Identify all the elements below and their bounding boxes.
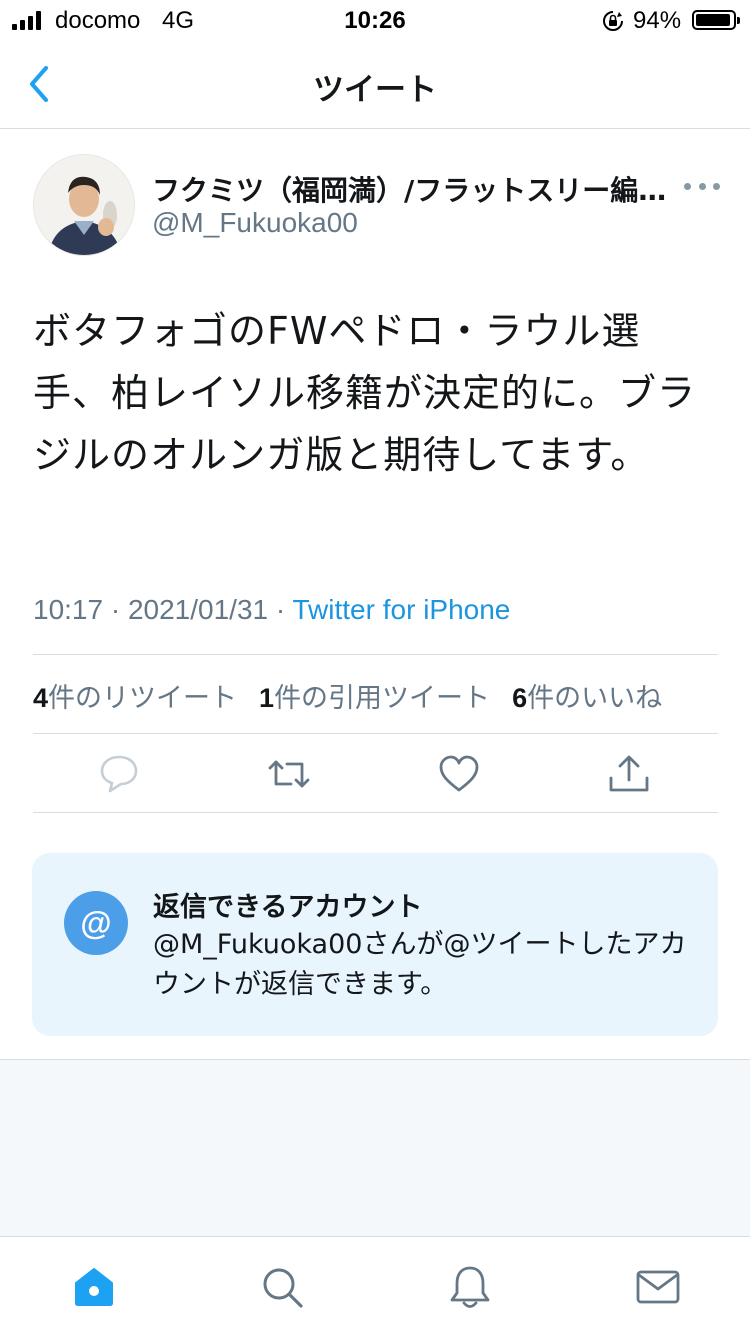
tweet-date: 2021/01/31 bbox=[127, 594, 269, 625]
meta-separator: · bbox=[103, 594, 128, 625]
reply-restriction-description: @M_Fukuoka00さんが@ツイートしたアカウントが返信できます。 bbox=[153, 929, 687, 1000]
tweet-actions bbox=[33, 734, 718, 812]
empty-replies-area bbox=[0, 1059, 750, 1237]
retweet-count-label: 件のリツイート bbox=[48, 683, 238, 714]
at-sign-icon: @ bbox=[64, 891, 128, 955]
navigation-bar: ツイート bbox=[0, 40, 750, 129]
search-icon bbox=[263, 1268, 303, 1308]
retweet-count[interactable]: 4件のリツイート bbox=[33, 676, 237, 715]
battery-icon bbox=[692, 10, 740, 30]
battery-percent: 94% bbox=[633, 7, 682, 34]
tab-bar bbox=[0, 1236, 750, 1334]
page-title: ツイート bbox=[313, 72, 437, 108]
like-count-label: 件のいいね bbox=[527, 683, 663, 714]
reply-restriction-card: @ 返信できるアカウント @M_Fukuoka00さんが@ツイートしたアカウント… bbox=[32, 853, 718, 1036]
retweet-icon bbox=[268, 760, 310, 788]
tab-home[interactable] bbox=[70, 1263, 118, 1311]
tweet-source-link[interactable]: Twitter for iPhone bbox=[293, 594, 511, 625]
quote-count-number: 1 bbox=[259, 683, 275, 713]
like-button[interactable] bbox=[437, 754, 481, 794]
display-name[interactable]: フクミツ（福岡満）/フラットスリー編… bbox=[152, 169, 672, 209]
reply-restriction-title: 返信できるアカウント bbox=[153, 892, 423, 923]
tweet-text: ボタフォゴのFWペドロ・ラウル選手、柏レイソル移籍が決定的に。ブラジルのオルンガ… bbox=[33, 309, 697, 477]
quote-count-label: 件の引用ツイート bbox=[274, 683, 491, 714]
quote-count[interactable]: 1件の引用ツイート bbox=[259, 676, 490, 715]
meta-separator: · bbox=[268, 594, 293, 625]
tab-messages[interactable] bbox=[634, 1263, 682, 1311]
orientation-lock-icon bbox=[603, 11, 623, 31]
tab-notifications[interactable] bbox=[446, 1263, 494, 1311]
home-icon bbox=[75, 1268, 113, 1306]
reply-icon bbox=[100, 755, 138, 793]
divider bbox=[33, 812, 718, 813]
dot-icon bbox=[684, 182, 691, 190]
like-icon bbox=[439, 755, 479, 792]
like-count-number: 6 bbox=[512, 683, 528, 713]
like-count[interactable]: 6件のいいね bbox=[512, 676, 662, 715]
more-options-button[interactable] bbox=[684, 176, 720, 196]
notifications-icon bbox=[450, 1266, 490, 1308]
tweet-time: 10:17 bbox=[33, 594, 104, 625]
tab-search[interactable] bbox=[258, 1263, 306, 1311]
divider bbox=[33, 654, 718, 655]
reply-button[interactable] bbox=[97, 754, 141, 794]
retweet-button[interactable] bbox=[267, 754, 311, 794]
username[interactable]: @M_Fukuoka00 bbox=[152, 207, 358, 239]
status-bar: docomo 4G 10:26 94% bbox=[0, 0, 750, 40]
retweet-count-number: 4 bbox=[33, 683, 49, 713]
dot-icon bbox=[698, 182, 706, 190]
share-icon bbox=[609, 755, 649, 792]
share-button[interactable] bbox=[607, 754, 651, 794]
avatar-image bbox=[34, 155, 134, 255]
tweet-meta: 10:17 · 2021/01/31 · Twitter for iPhone bbox=[33, 594, 510, 626]
engagement-counts: 4件のリツイート 1件の引用ツイート 6件のいいね bbox=[33, 676, 662, 715]
dot-icon bbox=[713, 182, 720, 190]
avatar[interactable] bbox=[33, 154, 135, 256]
messages-icon bbox=[636, 1270, 680, 1304]
